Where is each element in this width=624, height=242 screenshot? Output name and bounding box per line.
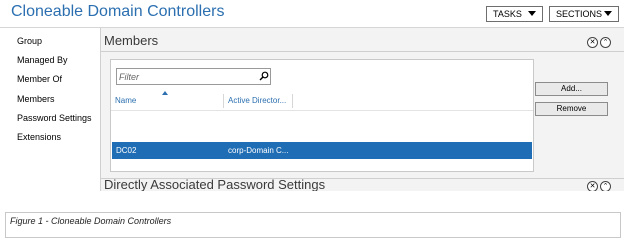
sections-dropdown[interactable]: SECTIONS — [549, 6, 619, 22]
collapse-icon[interactable]: ⌃ — [600, 181, 611, 191]
sidebar-item-password-settings[interactable]: Password Settings — [17, 113, 92, 123]
sidebar-item-group[interactable]: Group — [17, 36, 42, 46]
close-icon[interactable]: ✕ — [587, 181, 598, 191]
cell-name: DC02 — [116, 146, 137, 155]
sidebar-item-member-of[interactable]: Member Of — [17, 74, 62, 84]
search-icon[interactable] — [259, 71, 269, 81]
content-pane: Members ✕ ⌃ Name Active Director... DC02… — [101, 28, 624, 191]
add-button[interactable]: Add... — [535, 82, 608, 96]
members-section-title: Members — [104, 33, 159, 48]
members-list-panel: Name Active Director... DC02 corp-Domain… — [110, 59, 534, 172]
admin-center-window: Cloneable Domain Controllers TASKS SECTI… — [0, 0, 624, 191]
tasks-label: TASKS — [493, 9, 522, 19]
sidebar-nav: Group Managed By Member Of Members Passw… — [0, 28, 100, 191]
column-header-active-directory[interactable]: Active Director... — [228, 96, 286, 105]
chevron-down-icon — [604, 11, 612, 16]
sort-ascending-icon — [162, 91, 168, 95]
sidebar-item-members[interactable]: Members — [17, 94, 55, 104]
figure-caption-box: Figure 1 - Cloneable Domain Controllers — [5, 212, 621, 238]
remove-button[interactable]: Remove — [535, 102, 608, 116]
sections-label: SECTIONS — [556, 9, 603, 19]
column-divider — [292, 94, 293, 108]
title-bar: Cloneable Domain Controllers TASKS SECTI… — [0, 0, 624, 28]
column-header-name[interactable]: Name — [115, 96, 136, 105]
chevron-down-icon — [528, 11, 536, 16]
collapse-icon[interactable]: ⌃ — [600, 37, 611, 48]
filter-box — [116, 68, 271, 85]
section-divider — [101, 51, 624, 52]
sidebar-item-managed-by[interactable]: Managed By — [17, 55, 68, 65]
tasks-dropdown[interactable]: TASKS — [486, 6, 543, 22]
column-divider — [223, 94, 224, 108]
close-icon[interactable]: ✕ — [587, 37, 598, 48]
header-divider — [111, 110, 533, 111]
page-title: Cloneable Domain Controllers — [11, 3, 225, 20]
sidebar-item-extensions[interactable]: Extensions — [17, 132, 61, 142]
table-row[interactable]: DC02 corp-Domain C... — [112, 142, 532, 159]
figure-caption: Figure 1 - Cloneable Domain Controllers — [10, 216, 172, 226]
filter-input[interactable] — [119, 69, 249, 84]
password-section-title: Directly Associated Password Settings — [104, 177, 326, 191]
cell-active-directory: corp-Domain C... — [228, 146, 289, 155]
